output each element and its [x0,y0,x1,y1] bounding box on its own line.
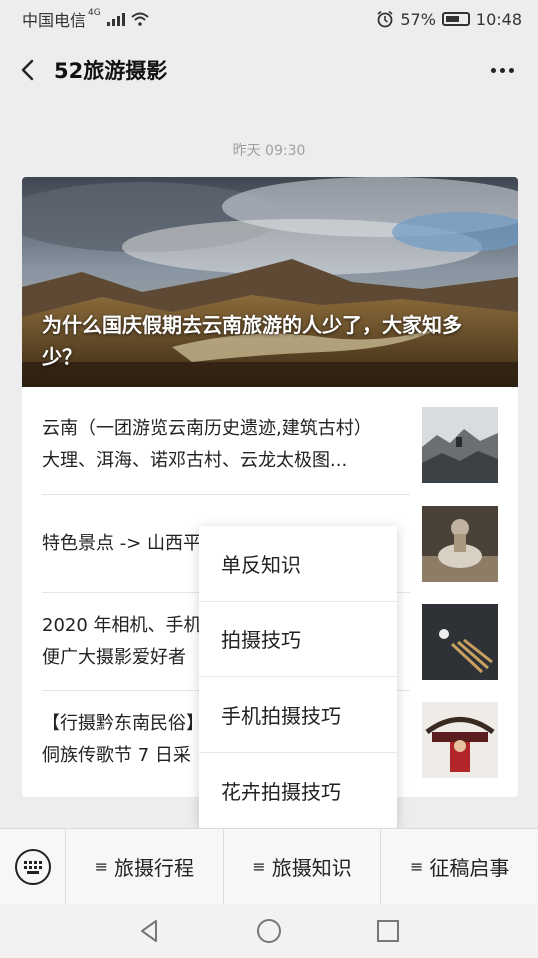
menu-button-label: 旅摄行程 [114,856,195,880]
hero-article[interactable]: 为什么国庆假期去云南旅游的人少了，大家知多少？ [22,177,518,387]
wifi-icon [131,12,149,26]
menu-button-travel-knowledge[interactable]: ≡ 旅摄知识 [224,828,382,905]
back-arrow-icon[interactable] [18,58,38,82]
article-thumbnail [422,604,498,680]
network-type: 4G [88,8,101,18]
hamburger-icon: ≡ [409,857,424,876]
nav-bar: 52旅游摄影 [0,38,538,102]
status-bar: 中国电信 4G 57% 10:48 [0,0,538,38]
submenu-popup: 单反知识 拍摄技巧 手机拍摄技巧 花卉拍摄技巧 [199,526,397,828]
signal-icon [106,12,125,26]
system-navigation-bar [0,904,538,958]
menu-button-label: 旅摄知识 [271,856,352,880]
keyboard-toggle-button[interactable] [0,828,66,905]
menu-button-submissions[interactable]: ≡ 征稿启事 [381,829,538,905]
battery-icon [441,12,470,26]
article-thumbnail [422,702,498,778]
hamburger-icon: ≡ [94,857,109,876]
clock: 10:48 [475,9,522,29]
article-item-1[interactable]: 云南（一团游览云南历史遗迹,建筑古村） 大理、洱海、诺邓古村、云龙太极图... [42,396,498,494]
back-triangle-icon[interactable] [136,917,164,945]
page-title: 52旅游摄影 [54,59,168,83]
menu-button-travel-itinerary[interactable]: ≡ 旅摄行程 [66,828,224,905]
battery-percent: 57% [400,9,436,29]
hamburger-icon: ≡ [252,857,266,876]
menu-button-label: 征稿启事 [429,856,510,880]
hero-title: 为什么国庆假期去云南旅游的人少了，大家知多少？ [42,313,462,369]
submenu-item-dslr-knowledge[interactable]: 单反知识 [199,526,397,602]
article-thumbnail [422,407,498,483]
submenu-item-phone-shooting-tips[interactable]: 手机拍摄技巧 [199,677,397,753]
article-thumbnail [422,506,498,582]
submenu-item-flower-shooting-tips[interactable]: 花卉拍摄技巧 [199,753,397,829]
message-timestamp: 昨天 09:30 [232,143,306,159]
official-account-menu: ≡ 旅摄行程 ≡ 旅摄知识 ≡ 征稿启事 [0,828,538,905]
alarm-icon [377,10,393,28]
more-dots-icon[interactable] [485,62,520,79]
article-title-line-1: 云南（一团游览云南历史遗迹,建筑古村） [42,418,372,439]
carrier-name: 中国电信 [22,11,87,30]
recents-square-icon[interactable] [374,917,402,945]
keyboard-icon [14,848,51,885]
article-title: 云南（一团游览云南历史遗迹,建筑古村） 大理、洱海、诺邓古村、云龙太极图... [42,413,422,477]
home-circle-icon[interactable] [255,917,283,945]
article-title-line-2: 大理、洱海、诺邓古村、云龙太极图... [42,450,348,471]
submenu-item-shooting-tips[interactable]: 拍摄技巧 [199,602,397,677]
status-left: 中国电信 4G [22,7,149,31]
status-right: 57% 10:48 [376,10,522,29]
